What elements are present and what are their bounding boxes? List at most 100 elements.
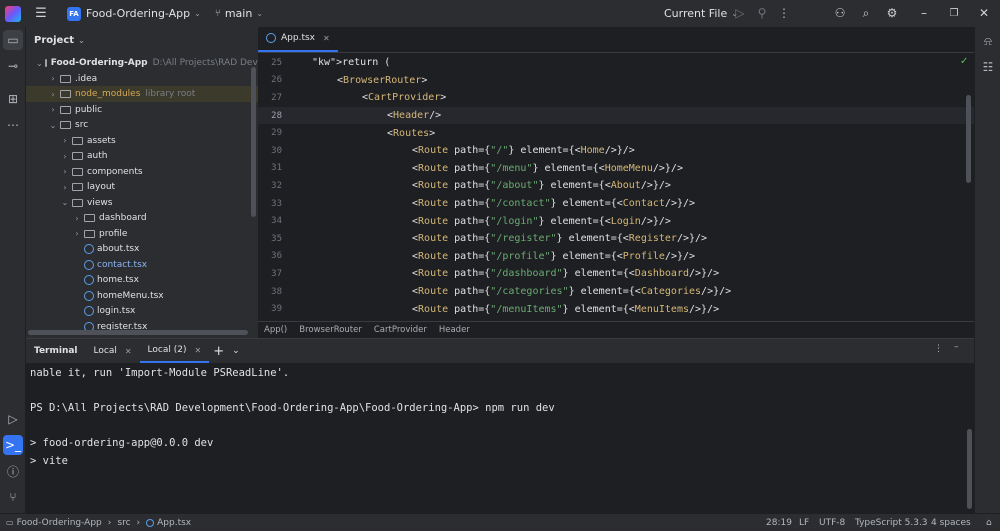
tree-folder[interactable]: › dashboard — [26, 210, 258, 226]
search-icon[interactable]: ⌕ — [858, 5, 874, 21]
language-version[interactable]: TypeScript 5.3.3 — [855, 518, 928, 528]
new-terminal-icon[interactable]: + — [209, 339, 228, 363]
code-line[interactable]: 32 <Route path={"/about"} element={<About… — [258, 177, 974, 195]
close-tab-icon[interactable]: ✕ — [323, 34, 330, 43]
notifications-icon[interactable]: ⍾ — [978, 31, 998, 51]
code-line[interactable]: 29 <Routes> — [258, 124, 974, 142]
breadcrumb-item[interactable]: CartProvider — [374, 325, 427, 335]
run-tool-icon[interactable]: ▷ — [3, 409, 23, 429]
lock-icon[interactable]: ⌂ — [986, 518, 992, 528]
code-line[interactable]: 27 <CartProvider> — [258, 89, 974, 107]
chevron-right-icon[interactable]: › — [48, 105, 58, 114]
terminal-tool-icon[interactable]: >_ — [3, 435, 23, 455]
chevron-right-icon[interactable]: › — [48, 90, 58, 99]
tree-folder[interactable]: › public — [26, 102, 258, 118]
status-path-project[interactable]: Food-Ordering-App — [17, 518, 102, 528]
code-line[interactable]: 39 <Route path={"/menuItems"} element={<M… — [258, 300, 974, 318]
tree-file[interactable]: home.tsx — [26, 272, 258, 288]
main-menu-icon[interactable]: ☰ — [33, 6, 49, 22]
terminal-tab-local[interactable]: Local ✕ — [86, 339, 140, 363]
code-area[interactable]: 25 "kw">return (26 <BrowserRouter> 27 <CartP… — [258, 54, 974, 321]
tree-folder[interactable]: › node_modules library root — [26, 86, 258, 102]
run-config-selector[interactable]: Current File ⌄ — [664, 0, 738, 27]
tree-folder[interactable]: ⌄ Food-Ordering-App D:\All Projects\RAD De… — [26, 55, 258, 71]
code-line[interactable]: 35 <Route path={"/register"} element={<Re… — [258, 230, 974, 248]
code-line[interactable]: 37 <Route path={"/dashboard"} element={<D… — [258, 265, 974, 283]
breadcrumb-item[interactable]: Header — [439, 325, 470, 335]
status-path-file[interactable]: App.tsx — [157, 518, 191, 528]
problems-tool-icon[interactable]: ⓘ — [3, 461, 23, 481]
terminal-tab-local-2[interactable]: Local (2) ✕ — [139, 339, 210, 363]
file-encoding[interactable]: UTF-8 — [819, 518, 845, 528]
ide-logo-icon — [5, 5, 21, 22]
structure-tool-icon[interactable]: ⊞ — [3, 89, 23, 109]
chevron-right-icon[interactable]: › — [60, 183, 70, 192]
add-user-icon[interactable]: ⚇ — [832, 5, 848, 21]
run-icon[interactable]: ▷ — [732, 5, 748, 21]
code-line[interactable]: 31 <Route path={"/menu"} element={<HomeMe… — [258, 160, 974, 178]
chevron-right-icon[interactable]: › — [60, 167, 70, 176]
tab-app-tsx[interactable]: App.tsx ✕ — [258, 26, 338, 52]
settings-gear-icon[interactable]: ⚙ — [884, 5, 900, 21]
project-selector[interactable]: Food-Ordering-App ⌄ — [86, 0, 201, 27]
project-tool-icon[interactable]: ▭ — [3, 30, 23, 50]
close-tab-icon[interactable]: ✕ — [125, 347, 132, 356]
chevron-right-icon[interactable]: › — [72, 229, 82, 238]
tree-file[interactable]: homeMenu.tsx — [26, 288, 258, 304]
branch-selector[interactable]: ⑂ main ⌄ — [215, 0, 263, 27]
commit-tool-icon[interactable]: ⊸ — [3, 56, 23, 76]
tree-folder[interactable]: › auth — [26, 148, 258, 164]
code-line[interactable]: 34 <Route path={"/login"} element={<Login… — [258, 212, 974, 230]
more-tools-icon[interactable]: ⋯ — [3, 115, 23, 135]
code-line[interactable]: 33 <Route path={"/contact"} element={<Con… — [258, 195, 974, 213]
close-tab-icon[interactable]: ✕ — [194, 346, 201, 355]
minimize-icon[interactable]: – — [916, 5, 932, 21]
chevron-down-icon[interactable]: ⌄ — [48, 121, 58, 130]
minimize-panel-icon[interactable]: – — [954, 342, 959, 352]
status-path-folder[interactable]: src — [117, 518, 130, 528]
chevron-down-icon[interactable]: ⌄ — [60, 198, 70, 207]
code-line[interactable]: 36 <Route path={"/profile"} element={<Pro… — [258, 248, 974, 266]
tree-file[interactable]: about.tsx — [26, 241, 258, 257]
tree-folder[interactable]: › profile — [26, 226, 258, 242]
terminal-scrollbar[interactable] — [967, 429, 972, 509]
chevron-right-icon[interactable]: › — [60, 152, 70, 161]
breadcrumb-item[interactable]: BrowserRouter — [299, 325, 362, 335]
inspection-ok-icon[interactable]: ✓ — [960, 56, 968, 67]
code-line[interactable]: 30 <Route path={"/"} element={<Home/>}/> — [258, 142, 974, 160]
code-line[interactable]: 28 <Header/> — [258, 106, 974, 125]
tree-file[interactable]: contact.tsx — [26, 257, 258, 273]
chevron-right-icon[interactable]: › — [60, 136, 70, 145]
folder-icon — [60, 121, 71, 129]
project-panel-header[interactable]: Project ⌄ — [26, 27, 258, 53]
git-tool-icon[interactable]: ⑂ — [3, 487, 23, 507]
editor-scrollbar[interactable] — [966, 95, 971, 183]
project-h-scrollbar[interactable] — [28, 330, 248, 335]
more-actions-icon[interactable]: ⋮ — [776, 5, 792, 21]
tree-folder[interactable]: ⌄ src — [26, 117, 258, 133]
tree-file[interactable]: login.tsx — [26, 303, 258, 319]
tree-label: homeMenu.tsx — [97, 290, 164, 301]
breadcrumb-item[interactable]: App() — [264, 325, 287, 335]
cursor-position[interactable]: 28:19 — [766, 518, 792, 528]
close-icon[interactable]: ✕ — [976, 5, 992, 21]
database-icon[interactable]: ☷ — [978, 57, 998, 77]
debug-icon[interactable]: ⚲ — [754, 5, 770, 21]
code-line[interactable]: 26 <BrowserRouter> — [258, 72, 974, 90]
chevron-down-icon[interactable]: ⌄ — [36, 59, 43, 68]
terminal-options-icon[interactable]: ⋮ — [934, 344, 943, 354]
tree-folder[interactable]: › layout — [26, 179, 258, 195]
tree-folder[interactable]: › .idea — [26, 71, 258, 87]
indent-setting[interactable]: 4 spaces — [931, 518, 971, 528]
chevron-down-icon[interactable]: ⌄ — [228, 339, 244, 363]
code-line[interactable]: 38 <Route path={"/categories"} element={<… — [258, 283, 974, 301]
restore-icon[interactable]: ❐ — [946, 5, 962, 21]
project-scrollbar[interactable] — [251, 67, 256, 217]
tree-folder[interactable]: › assets — [26, 133, 258, 149]
tree-folder[interactable]: ⌄ views — [26, 195, 258, 211]
chevron-right-icon[interactable]: › — [48, 74, 58, 83]
chevron-right-icon[interactable]: › — [72, 214, 82, 223]
line-ending[interactable]: LF — [799, 518, 809, 528]
code-line[interactable]: 25 "kw">return ( — [258, 54, 974, 72]
tree-folder[interactable]: › components — [26, 164, 258, 180]
